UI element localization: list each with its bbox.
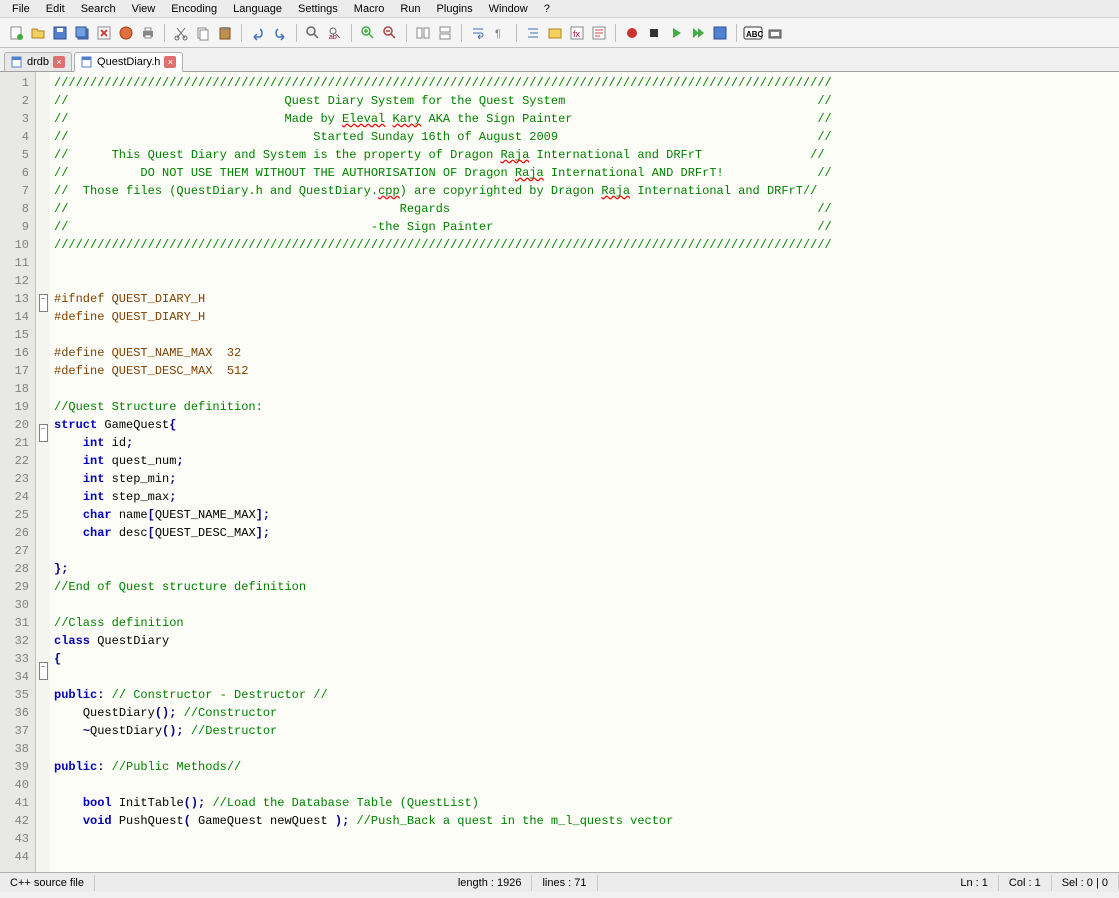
tab-bar: drdb × QuestDiary.h ×: [0, 48, 1119, 72]
open-file-button[interactable]: [28, 23, 48, 43]
close-button[interactable]: [94, 23, 114, 43]
record-macro-button[interactable]: [622, 23, 642, 43]
menu-window[interactable]: Window: [481, 2, 536, 15]
fold-column: − − −: [36, 72, 50, 872]
indent-guide-button[interactable]: [523, 23, 543, 43]
undo-button[interactable]: [248, 23, 268, 43]
folder-button[interactable]: [545, 23, 565, 43]
tab-close-button[interactable]: ×: [164, 56, 176, 68]
file-icon: [11, 56, 23, 68]
svg-text:ab: ab: [329, 34, 337, 41]
toolbar-separator: [615, 24, 616, 42]
sync-h-button[interactable]: [435, 23, 455, 43]
zoom-out-button[interactable]: [380, 23, 400, 43]
doc-map-button[interactable]: [589, 23, 609, 43]
fold-toggle[interactable]: −: [39, 294, 48, 312]
spellcheck-button[interactable]: ABC: [743, 23, 763, 43]
about-button[interactable]: [765, 23, 785, 43]
new-file-button[interactable]: [6, 23, 26, 43]
menu-edit[interactable]: Edit: [38, 2, 73, 15]
play-macro-button[interactable]: [666, 23, 686, 43]
menu-encoding[interactable]: Encoding: [163, 2, 225, 15]
tab-drdb[interactable]: drdb ×: [4, 52, 72, 71]
svg-text:ABC: ABC: [746, 30, 763, 39]
menu-run[interactable]: Run: [392, 2, 428, 15]
toolbar-separator: [406, 24, 407, 42]
fold-toggle[interactable]: −: [39, 662, 48, 680]
menu-plugins[interactable]: Plugins: [429, 2, 481, 15]
zoom-in-button[interactable]: [358, 23, 378, 43]
function-list-button[interactable]: fx: [567, 23, 587, 43]
save-button[interactable]: [50, 23, 70, 43]
toolbar-separator: [736, 24, 737, 42]
svg-text:¶: ¶: [495, 28, 501, 40]
redo-button[interactable]: [270, 23, 290, 43]
menu-search[interactable]: Search: [73, 2, 124, 15]
menu-?[interactable]: ?: [536, 2, 558, 15]
menu-language[interactable]: Language: [225, 2, 290, 15]
editor-area: 1234567891011121314151617181920212223242…: [0, 72, 1119, 872]
status-col: Col : 1: [999, 875, 1052, 891]
sync-v-button[interactable]: [413, 23, 433, 43]
status-ln: Ln : 1: [950, 875, 999, 891]
status-lines: lines : 71: [532, 875, 597, 891]
menu-view[interactable]: View: [124, 2, 164, 15]
print-button[interactable]: [138, 23, 158, 43]
toolbar-separator: [241, 24, 242, 42]
menu-file[interactable]: File: [4, 2, 38, 15]
toolbar: ab ¶ fx ABC: [0, 18, 1119, 48]
code-content[interactable]: ////////////////////////////////////////…: [50, 72, 1119, 872]
play-multi-button[interactable]: [688, 23, 708, 43]
fold-toggle[interactable]: −: [39, 424, 48, 442]
copy-button[interactable]: [193, 23, 213, 43]
tab-label: QuestDiary.h: [97, 56, 160, 68]
find-button[interactable]: [303, 23, 323, 43]
save-all-button[interactable]: [72, 23, 92, 43]
svg-text:fx: fx: [573, 29, 581, 39]
toolbar-separator: [516, 24, 517, 42]
status-filetype: C++ source file: [0, 875, 95, 891]
status-length: length : 1926: [448, 875, 533, 891]
menu-macro[interactable]: Macro: [346, 2, 393, 15]
toolbar-separator: [296, 24, 297, 42]
show-all-chars-button[interactable]: ¶: [490, 23, 510, 43]
tab-label: drdb: [27, 56, 49, 68]
menu-settings[interactable]: Settings: [290, 2, 346, 15]
tab-close-button[interactable]: ×: [53, 56, 65, 68]
line-number-gutter: 1234567891011121314151617181920212223242…: [0, 72, 36, 872]
paste-button[interactable]: [215, 23, 235, 43]
stop-macro-button[interactable]: [644, 23, 664, 43]
toolbar-separator: [351, 24, 352, 42]
file-icon: [81, 56, 93, 68]
close-all-button[interactable]: [116, 23, 136, 43]
status-sel: Sel : 0 | 0: [1052, 875, 1119, 891]
cut-button[interactable]: [171, 23, 191, 43]
status-bar: C++ source file length : 1926 lines : 71…: [0, 872, 1119, 892]
save-macro-button[interactable]: [710, 23, 730, 43]
replace-button[interactable]: ab: [325, 23, 345, 43]
tab-questdiary-h[interactable]: QuestDiary.h ×: [74, 52, 183, 72]
menu-bar: FileEditSearchViewEncodingLanguageSettin…: [0, 0, 1119, 18]
toolbar-separator: [164, 24, 165, 42]
toolbar-separator: [461, 24, 462, 42]
wordwrap-button[interactable]: [468, 23, 488, 43]
